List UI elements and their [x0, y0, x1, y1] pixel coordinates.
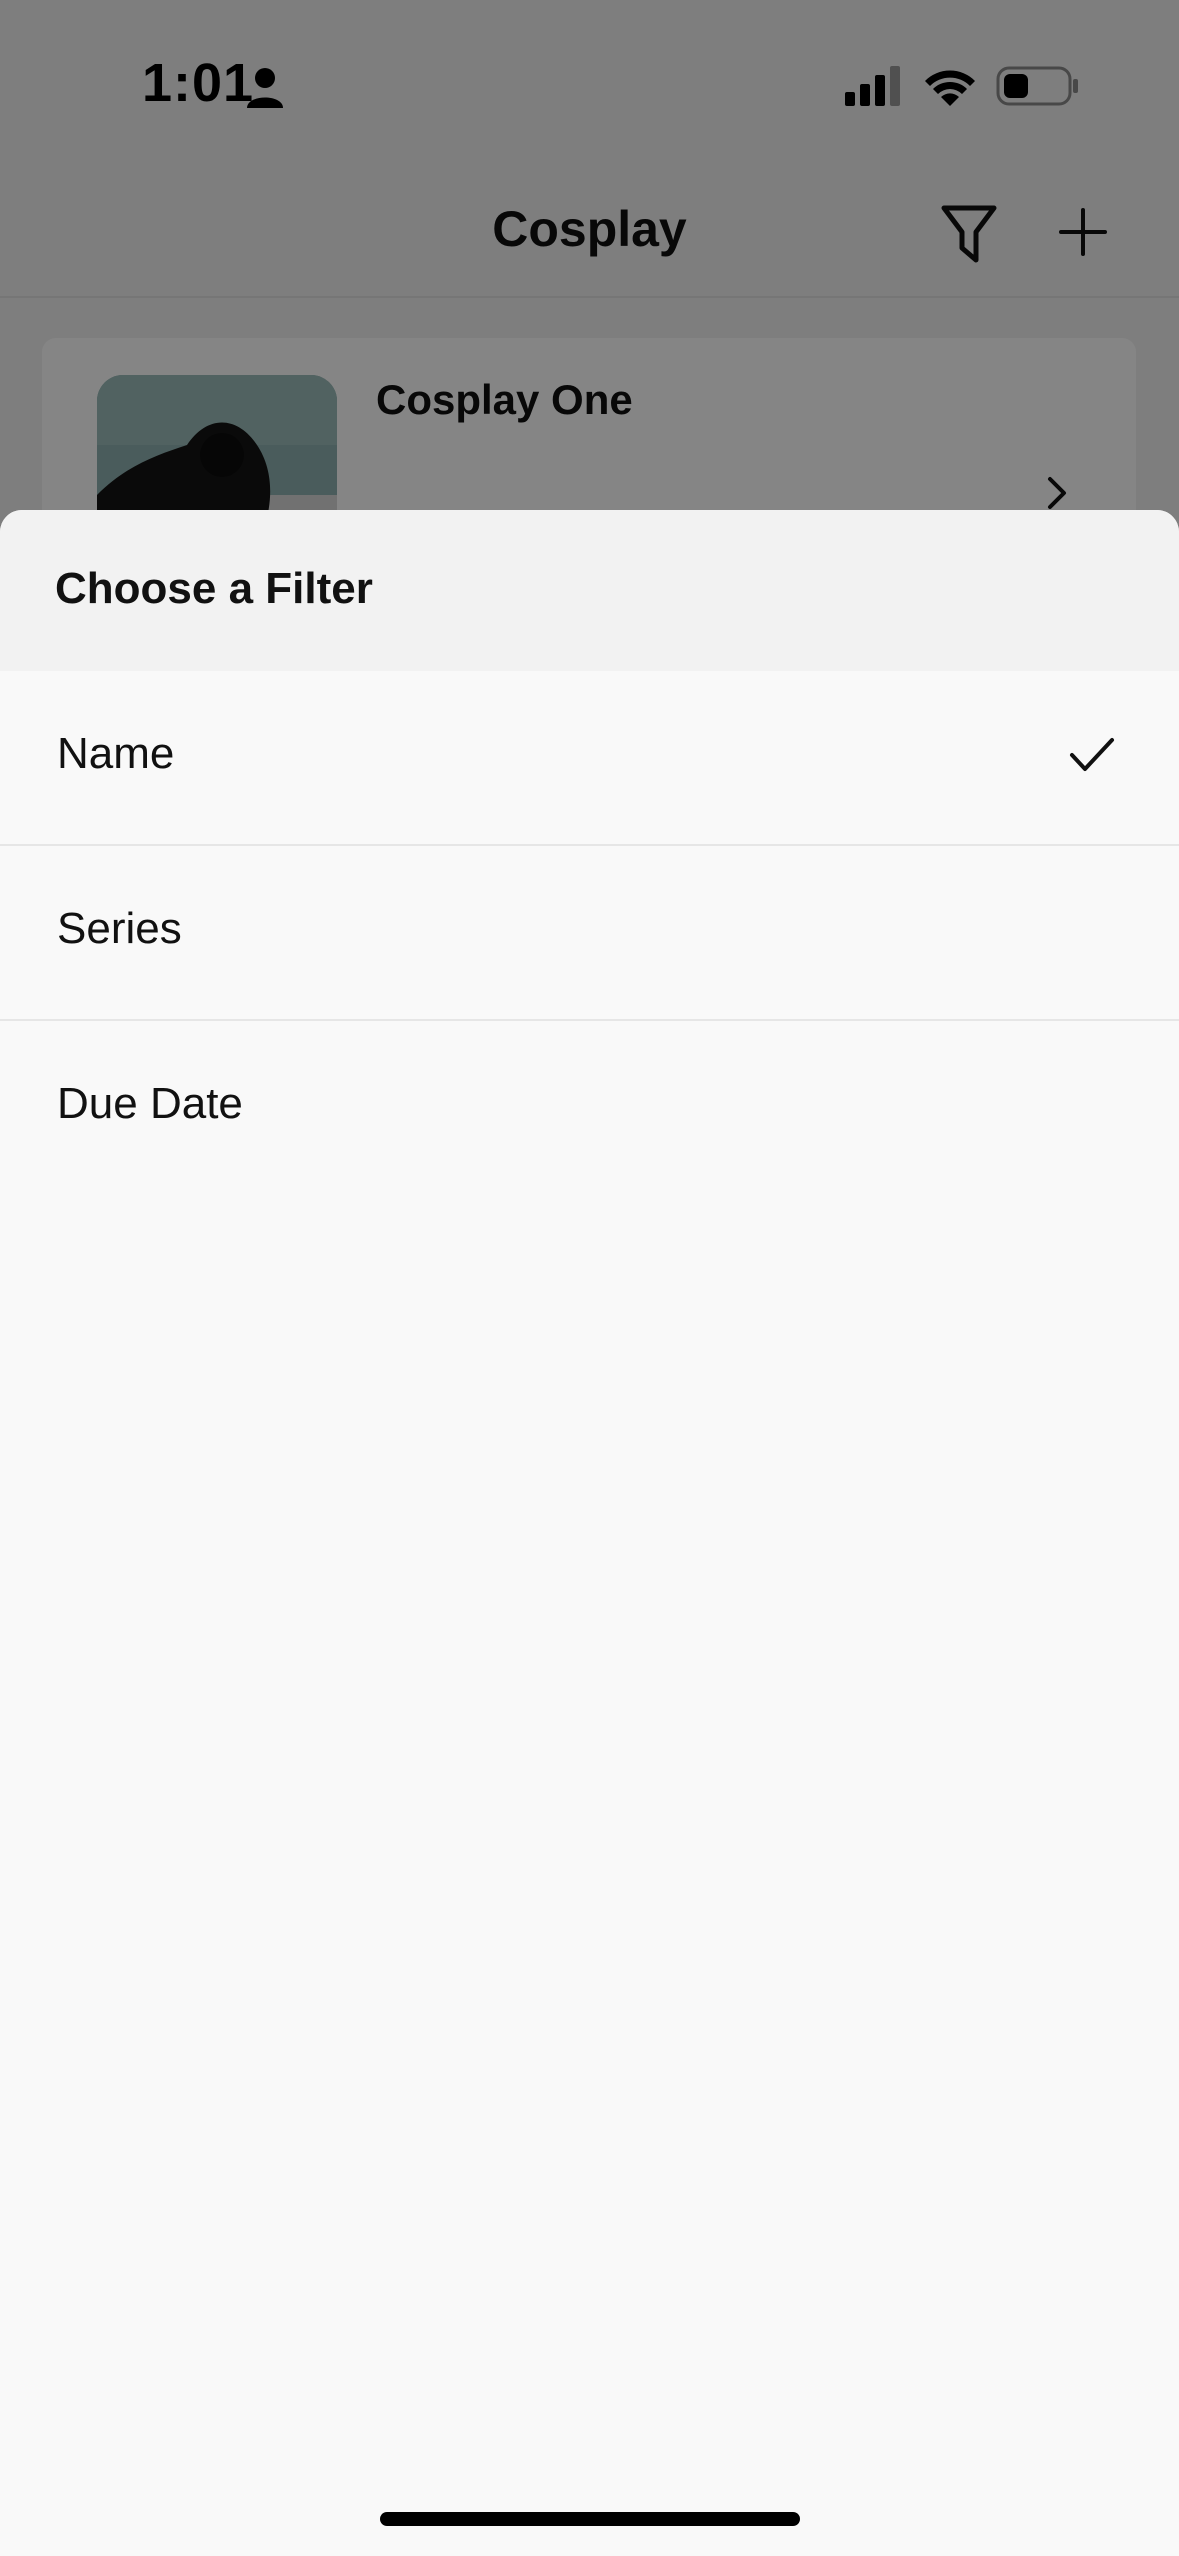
- filter-option-label: Due Date: [57, 1079, 243, 1128]
- checkmark-icon: [1070, 738, 1114, 771]
- filter-option-series[interactable]: Series: [0, 846, 1179, 1021]
- sheet-header: Choose a Filter: [0, 510, 1179, 671]
- filter-option-label: Name: [57, 729, 175, 778]
- filter-sheet: Choose a Filter Name Series Due Date: [0, 510, 1179, 2556]
- filter-option-label: Series: [57, 904, 182, 953]
- sheet-title: Choose a Filter: [55, 564, 373, 613]
- home-indicator[interactable]: [380, 2512, 800, 2526]
- filter-option-due-date[interactable]: Due Date: [0, 1021, 1179, 1196]
- filter-option-name[interactable]: Name: [0, 671, 1179, 846]
